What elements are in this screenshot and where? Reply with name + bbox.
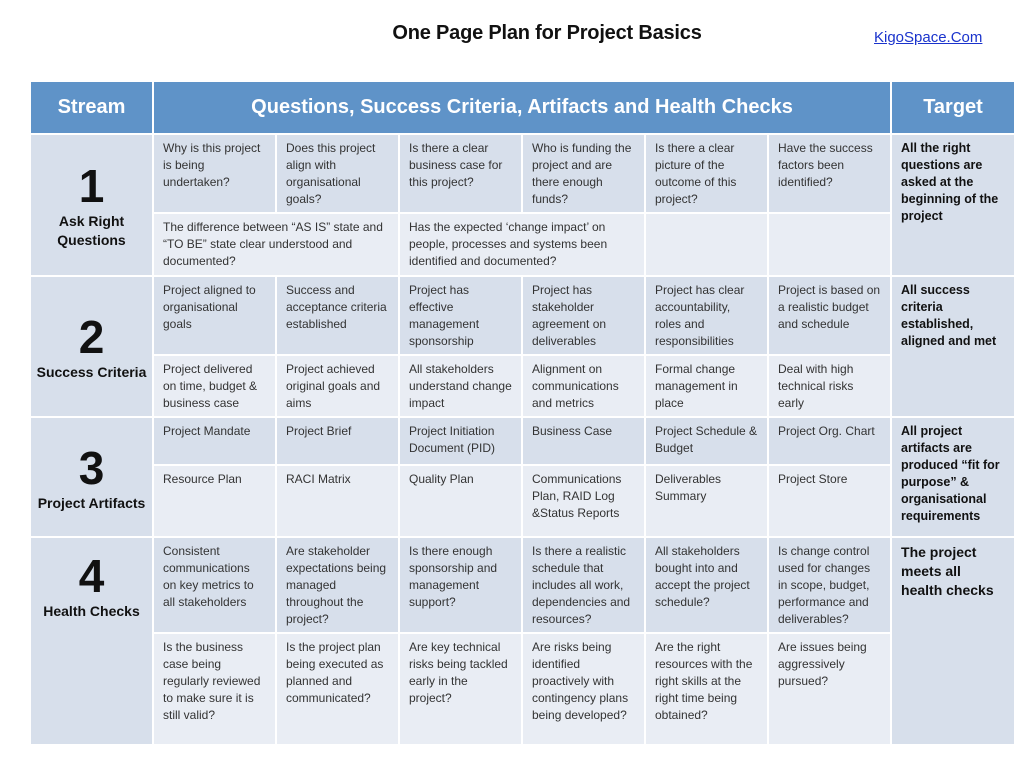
artifact-cell: Resource Plan (154, 466, 275, 536)
artifact-cell: Project Org. Chart (769, 418, 891, 464)
criteria-cell: Formal change management in place (646, 356, 767, 416)
header-stream: Stream (31, 82, 152, 133)
header-target: Target (892, 82, 1015, 133)
question-cell: Does this project align with organisatio… (277, 135, 398, 212)
stream-number: 1 (78, 160, 105, 212)
criteria-cell: Success and acceptance criteria establis… (277, 277, 398, 354)
question-cell: Is there a clear business case for this … (400, 135, 521, 212)
site-link[interactable]: KigoSpace.Com (874, 29, 982, 46)
criteria-cell: Project has effective management sponsor… (400, 277, 521, 354)
health-check-cell: All stakeholders bought into and accept … (646, 538, 767, 632)
header-questions: Questions, Success Criteria, Artifacts a… (154, 82, 891, 133)
health-check-cell: Are issues being aggressively pursued? (769, 634, 891, 744)
artifact-cell: Quality Plan (400, 466, 521, 536)
stream-label: Project Artifacts (37, 494, 146, 511)
stream-3-cell: 3 Project Artifacts (31, 418, 152, 536)
stream-number: 2 (78, 311, 105, 363)
question-cell: Why is this project is being undertaken? (154, 135, 275, 212)
artifact-cell: RACI Matrix (277, 466, 398, 536)
health-check-cell: Is there enough sponsorship and manageme… (400, 538, 521, 632)
empty-cell (769, 214, 891, 275)
artifact-cell: Communications Plan, RAID Log &Status Re… (523, 466, 644, 536)
stream-1-cell: 1 Ask Right Questions (31, 135, 152, 275)
criteria-cell: Project achieved original goals and aims (277, 356, 398, 416)
stream-1-bottom-row: The difference between “AS IS” state and… (31, 214, 1014, 275)
stream-2-cell: 2 Success Criteria (31, 277, 152, 416)
artifact-cell: Project Brief (277, 418, 398, 464)
health-check-cell: Are stakeholder expectations being manag… (277, 538, 398, 632)
stream-3-bottom-row: Resource Plan RACI Matrix Quality Plan C… (31, 466, 1014, 536)
stream-4-bottom-row: Is the business case being regularly rev… (31, 634, 1014, 744)
target-cell: All the right questions are asked at the… (892, 135, 1015, 275)
question-cell: Has the expected ‘change impact’ on peop… (400, 214, 644, 275)
stream-2-top-row: 2 Success Criteria Project aligned to or… (31, 277, 1015, 416)
header-row: Stream Questions, Success Criteria, Arti… (31, 82, 1015, 133)
stream-label: Health Checks (43, 603, 140, 619)
criteria-cell: Project aligned to organisational goals (154, 277, 275, 354)
artifact-cell: Deliverables Summary (646, 466, 767, 536)
criteria-cell: Project is based on a realistic budget a… (769, 277, 891, 354)
stream-label: Success Criteria (36, 364, 147, 380)
stream-number: 3 (78, 441, 105, 494)
health-check-cell: Is there a realistic schedule that inclu… (523, 538, 644, 632)
target-cell: The project meets all health checks (892, 538, 1015, 744)
question-cell: Who is funding the project and are there… (523, 135, 644, 212)
artifact-cell: Project Initiation Document (PID) (400, 418, 521, 464)
target-cell: All project artifacts are produced “fit … (892, 418, 1015, 536)
stream-number: 4 (78, 550, 105, 602)
stream-1-top-row: 1 Ask Right Questions Why is this projec… (31, 135, 1015, 275)
health-check-cell: Is change control used for changes in sc… (769, 538, 891, 632)
artifact-cell: Project Schedule & Budget (646, 418, 767, 464)
health-check-cell: Are the right resources with the right s… (646, 634, 767, 744)
criteria-cell: Alignment on communications and metrics (523, 356, 644, 416)
criteria-cell: Deal with high technical risks early (769, 356, 891, 416)
page-title: One Page Plan for Project Basics (392, 22, 702, 44)
target-cell: All success criteria established, aligne… (892, 277, 1015, 416)
artifact-cell: Project Store (769, 466, 891, 536)
question-cell: Have the success factors been identified… (769, 135, 891, 212)
health-check-cell: Consistent communications on key metrics… (154, 538, 275, 632)
stream-4-cell: 4 Health Checks (31, 538, 152, 744)
artifact-cell: Project Mandate (154, 418, 275, 464)
criteria-cell: Project has stakeholder agreement on del… (523, 277, 644, 354)
empty-cell (646, 214, 767, 275)
stream-label: Ask Right Questions (57, 213, 126, 248)
health-check-cell: Are risks being identified proactively w… (523, 634, 644, 744)
stream-4-top-row: 4 Health Checks Consistent communication… (31, 538, 1015, 744)
health-check-cell: Are key technical risks being tackled ea… (400, 634, 521, 744)
one-page-plan-table: Stream Questions, Success Criteria, Arti… (29, 80, 1016, 746)
stream-3-top-row: 3 Project Artifacts Project Mandate Proj… (31, 418, 1015, 536)
criteria-cell: Project has clear accountability, roles … (646, 277, 767, 354)
criteria-cell: Project delivered on time, budget & busi… (154, 356, 275, 416)
health-check-cell: Is the project plan being executed as pl… (277, 634, 398, 744)
health-check-cell: Is the business case being regularly rev… (154, 634, 275, 744)
question-cell: Is there a clear picture of the outcome … (646, 135, 767, 212)
question-cell: The difference between “AS IS” state and… (154, 214, 398, 275)
criteria-cell: All stakeholders understand change impac… (400, 356, 521, 416)
stream-2-bottom-row: Project delivered on time, budget & busi… (31, 356, 1014, 416)
artifact-cell: Business Case (523, 418, 644, 464)
